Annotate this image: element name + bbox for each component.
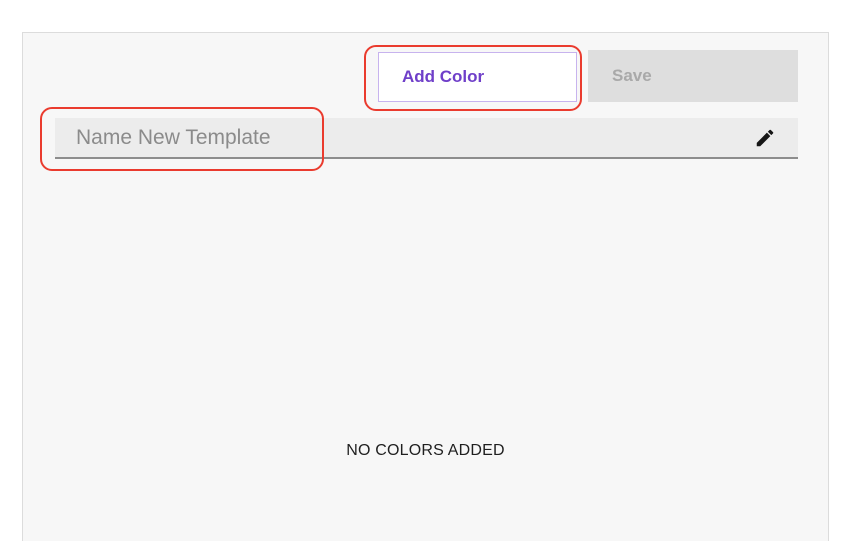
template-name-field[interactable] (55, 118, 798, 159)
empty-state-message: NO COLORS ADDED (346, 442, 505, 459)
page: Add Color Save NO COLORS ADDED (0, 0, 852, 541)
template-editor-panel (22, 32, 829, 541)
save-button[interactable]: Save (588, 50, 798, 102)
add-color-button[interactable]: Add Color (378, 52, 577, 102)
template-name-input[interactable] (76, 118, 736, 157)
pencil-icon[interactable] (754, 127, 776, 149)
